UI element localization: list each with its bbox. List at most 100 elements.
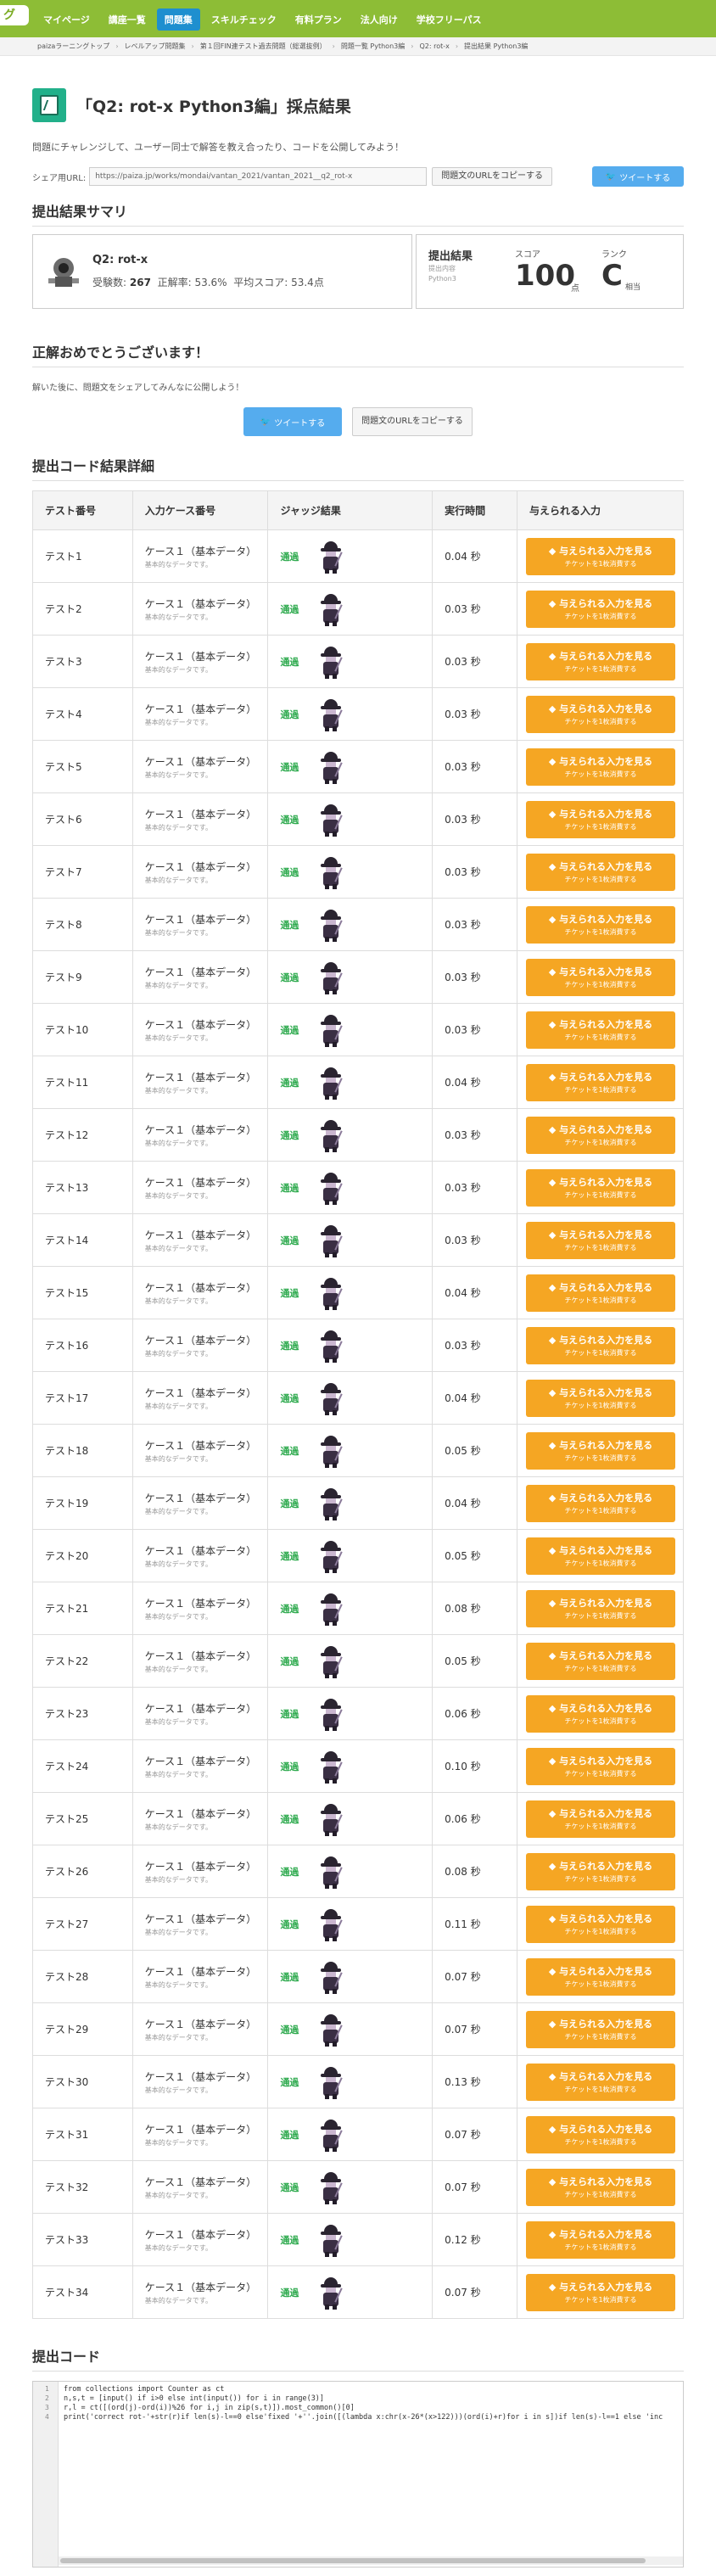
code-line[interactable]: r,l = ct([(ord(j)-ord(i))%26 for i,j in … xyxy=(64,2404,355,2412)
view-input-button[interactable]: ◆ 与えられる入力を見る チケットを1枚消費する xyxy=(526,1537,675,1575)
pass-label: 通過 xyxy=(280,761,299,773)
exec-time: 0.07 秒 xyxy=(432,2108,517,2161)
view-input-button[interactable]: ◆ 与えられる入力を見る チケットを1枚消費する xyxy=(526,1274,675,1312)
case-cell: ケース１（基本データ） 基本的なデータです。 xyxy=(131,1529,269,1582)
ticket-note: チケットを1枚消費する xyxy=(564,2085,637,2093)
view-input-button[interactable]: ◆ 与えられる入力を見る チケットを1枚消費する xyxy=(526,537,675,575)
case-note: 基本的なデータです。 xyxy=(144,2033,212,2041)
ninja-character-icon xyxy=(319,960,344,994)
view-input-button[interactable]: ◆ 与えられる入力を見る チケットを1枚消費する xyxy=(526,905,675,944)
pass-label: 通過 xyxy=(280,919,299,931)
tag-icon: ◆ xyxy=(548,1755,560,1767)
view-input-button[interactable]: ◆ 与えられる入力を見る チケットを1枚消費する xyxy=(526,1379,675,1417)
nav-item-3[interactable]: スキルチェック xyxy=(204,8,284,31)
nav-item-6[interactable]: 学校フリーパス xyxy=(409,8,489,31)
judge-cell: 通過 xyxy=(267,2002,434,2056)
case-note: 基本的なデータです。 xyxy=(144,2191,212,2199)
view-input-button[interactable]: ◆ 与えられる入力を見る チケットを1枚消費する xyxy=(526,695,675,733)
view-input-button[interactable]: ◆ 与えられる入力を見る チケットを1枚消費する xyxy=(526,1694,675,1733)
pass-label: 通過 xyxy=(280,1918,299,1930)
test-number: テスト18 xyxy=(32,1424,133,1477)
view-input-button[interactable]: ◆ 与えられる入力を見る チケットを1枚消費する xyxy=(526,1589,675,1627)
column-header: テスト番号 xyxy=(32,490,133,530)
breadcrumb-item[interactable]: 問題一覧 Python3編 xyxy=(341,42,405,51)
test-number: テスト24 xyxy=(32,1739,133,1793)
summary-problem-name[interactable]: Q2: rot-x xyxy=(92,254,324,266)
breadcrumb-item[interactable]: 第１回FIN連テスト過去問題（総選抜例） xyxy=(200,42,327,51)
ticket-note: チケットを1枚消費する xyxy=(564,2295,637,2304)
view-input-button[interactable]: ◆ 与えられる入力を見る チケットを1枚消費する xyxy=(526,853,675,891)
input-cell: ◆ 与えられる入力を見る チケットを1枚消費する xyxy=(517,898,684,951)
share-url-input[interactable] xyxy=(89,167,428,186)
view-input-button[interactable]: ◆ 与えられる入力を見る チケットを1枚消費する xyxy=(526,2115,675,2153)
view-input-button[interactable]: ◆ 与えられる入力を見る チケットを1枚消費する xyxy=(526,800,675,838)
case-label: ケース１（基本データ） xyxy=(144,1649,257,1662)
view-input-button[interactable]: ◆ 与えられる入力を見る チケットを1枚消費する xyxy=(526,958,675,996)
view-input-button[interactable]: ◆ 与えられる入力を見る チケットを1枚消費する xyxy=(526,1905,675,1943)
test-number: テスト31 xyxy=(32,2108,133,2161)
code-editor[interactable]: 12 3 4 from collections import Counter as … xyxy=(32,2381,684,2568)
view-input-button[interactable]: ◆ 与えられる入力を見る チケットを1枚消費する xyxy=(526,1800,675,1838)
view-input-button[interactable]: ◆ 与えられる入力を見る チケットを1枚消費する xyxy=(526,642,675,680)
judge-cell: 通過 xyxy=(267,740,434,793)
view-input-button[interactable]: ◆ 与えられる入力を見る チケットを1枚消費する xyxy=(526,2168,675,2206)
case-label: ケース１（基本データ） xyxy=(144,1965,257,1978)
breadcrumb-item[interactable]: Q2: rot-x xyxy=(419,42,449,50)
view-input-button[interactable]: ◆ 与えられる入力を見る チケットを1枚消費する xyxy=(526,590,675,628)
copy-url-button[interactable]: 問題文のURLをコピーする xyxy=(432,167,553,186)
view-input-button[interactable]: ◆ 与えられる入力を見る チケットを1枚消費する xyxy=(526,2010,675,2048)
view-input-button[interactable]: ◆ 与えられる入力を見る チケットを1枚消費する xyxy=(526,2063,675,2101)
view-input-button[interactable]: ◆ 与えられる入力を見る チケットを1枚消費する xyxy=(526,2273,675,2311)
view-input-button[interactable]: ◆ 与えられる入力を見る チケットを1枚消費する xyxy=(526,1431,675,1470)
ninja-character-icon xyxy=(319,2013,344,2047)
view-input-button[interactable]: ◆ 与えられる入力を見る チケットを1枚消費する xyxy=(526,2220,675,2259)
view-input-button[interactable]: ◆ 与えられる入力を見る チケットを1枚消費する xyxy=(526,1747,675,1785)
nav-item-4[interactable]: 有料プラン xyxy=(288,8,350,31)
view-input-button[interactable]: ◆ 与えられる入力を見る チケットを1枚消費する xyxy=(526,1221,675,1259)
nav-item-0[interactable]: マイページ xyxy=(36,8,98,31)
input-cell: ◆ 与えられる入力を見る チケットを1枚消費する xyxy=(517,1529,684,1582)
tag-icon: ◆ xyxy=(548,1649,560,1661)
case-note: 基本的なデータです。 xyxy=(144,2296,212,2304)
code-line[interactable]: from collections import Counter as ct xyxy=(64,2385,224,2394)
pass-label: 通過 xyxy=(280,2024,299,2036)
view-input-button[interactable]: ◆ 与えられる入力を見る チケットを1枚消費する xyxy=(526,748,675,786)
tweet-button-top[interactable]: 🐦 ツイートする xyxy=(592,166,684,187)
breadcrumb-item[interactable]: レベルアップ問題集 xyxy=(125,42,186,51)
nav-item-1[interactable]: 講座一覧 xyxy=(101,8,154,31)
input-cell: ◆ 与えられる入力を見る チケットを1枚消費する xyxy=(517,1739,684,1793)
view-input-button[interactable]: ◆ 与えられる入力を見る チケットを1枚消費する xyxy=(526,1957,675,1996)
judge-cell: 通過 xyxy=(267,898,434,951)
breadcrumb-item[interactable]: paizaラーニングトップ xyxy=(37,42,109,51)
horizontal-scrollbar[interactable] xyxy=(59,2556,683,2565)
avg-label: 平均スコア: xyxy=(233,277,288,288)
nav-item-2[interactable]: 問題集 xyxy=(156,8,200,31)
paiza-logo[interactable]: グ xyxy=(0,5,29,25)
ticket-note: チケットを1枚消費する xyxy=(564,1769,637,1778)
view-input-button[interactable]: ◆ 与えられる入力を見る チケットを1枚消費する xyxy=(526,1011,675,1049)
scrollbar-thumb[interactable] xyxy=(60,2558,646,2563)
view-input-button[interactable]: ◆ 与えられる入力を見る チケットを1枚消費する xyxy=(526,1168,675,1207)
test-number: テスト4 xyxy=(32,687,133,741)
view-input-button[interactable]: ◆ 与えられる入力を見る チケットを1枚消費する xyxy=(526,1852,675,1890)
view-input-button[interactable]: ◆ 与えられる入力を見る チケットを1枚消費する xyxy=(526,1063,675,1101)
view-input-button[interactable]: ◆ 与えられる入力を見る チケットを1枚消費する xyxy=(526,1484,675,1522)
code-line[interactable]: print('correct rot-'+str(r)if len(s)-l==… xyxy=(64,2413,663,2422)
ninja-character-icon xyxy=(319,1381,344,1415)
test-number: テスト17 xyxy=(32,1371,133,1425)
view-input-button[interactable]: ◆ 与えられる入力を見る チケットを1枚消費する xyxy=(526,1642,675,1680)
tweet-button[interactable]: 🐦 ツイートする xyxy=(243,407,343,436)
case-note: 基本的なデータです。 xyxy=(144,1139,212,1147)
nav-item-5[interactable]: 法人向け xyxy=(353,8,406,31)
table-row: テスト30 ケース１（基本データ） 基本的なデータです。 通過 0.13 秒 ◆ 与えられ… xyxy=(32,2055,684,2108)
case-label: ケース１（基本データ） xyxy=(144,2018,257,2030)
view-input-button[interactable]: ◆ 与えられる入力を見る チケットを1枚消費する xyxy=(526,1116,675,1154)
copy-url-button-2[interactable]: 問題文のURLをコピーする xyxy=(352,407,473,436)
case-note: 基本的なデータです。 xyxy=(144,1296,212,1305)
exec-time: 0.11 秒 xyxy=(432,1897,517,1951)
view-input-button[interactable]: ◆ 与えられる入力を見る チケットを1枚消費する xyxy=(526,1326,675,1364)
input-cell: ◆ 与えられる入力を見る チケットを1枚消費する xyxy=(517,1582,684,1635)
case-note: 基本的なデータです。 xyxy=(144,1349,212,1358)
code-line[interactable]: n,s,t = [input() if i>0 else int(input()… xyxy=(64,2394,324,2403)
pass-label: 通過 xyxy=(280,814,299,826)
